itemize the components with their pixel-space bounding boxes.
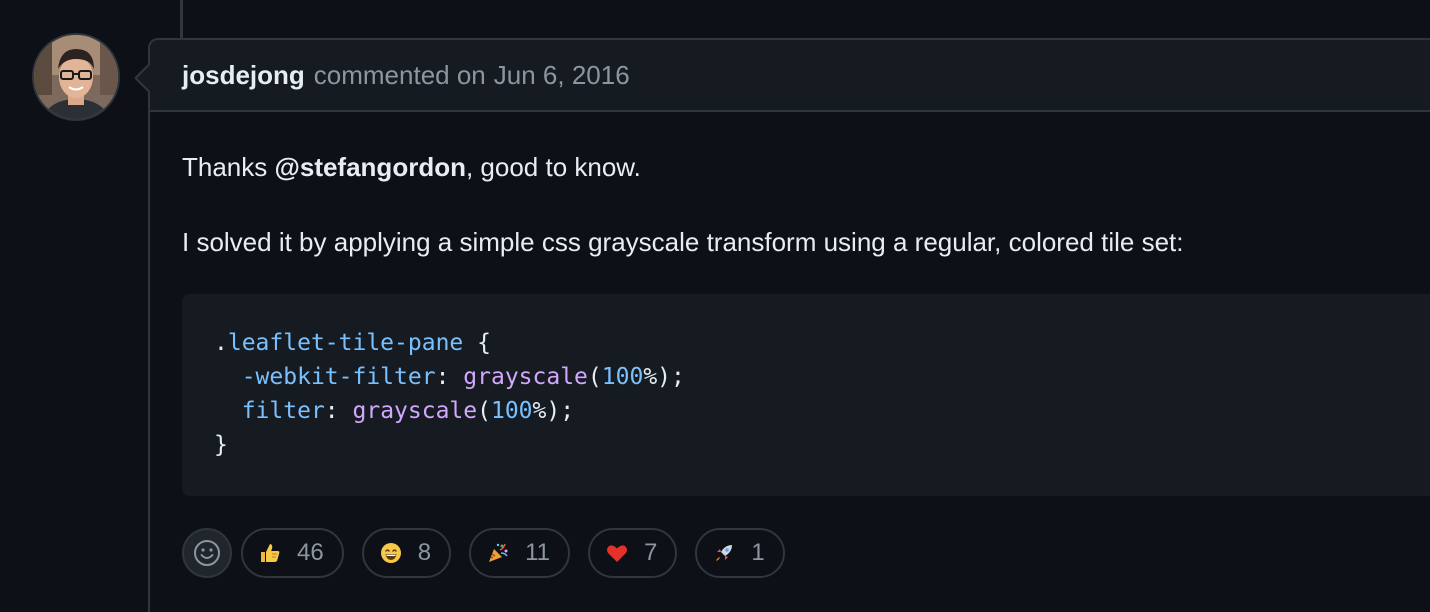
reaction-hooray[interactable]: 11 — [469, 528, 570, 578]
heart-icon — [604, 540, 630, 566]
code-token: grayscale — [352, 398, 478, 424]
reaction-rocket[interactable]: 1 — [695, 528, 785, 578]
add-reaction-button[interactable] — [182, 528, 232, 578]
code-token: ( — [477, 398, 491, 424]
code-token: filter — [241, 398, 325, 424]
code-line: .leaflet-tile-pane { — [214, 330, 491, 356]
avatar-image — [34, 35, 118, 119]
comment-paragraph: Thanks @stefangordon, good to know. — [182, 150, 641, 184]
code-token: grayscale — [463, 364, 588, 390]
rocket-icon — [711, 540, 737, 566]
hooray-icon — [485, 540, 511, 566]
reaction-laugh[interactable]: 8 — [361, 528, 452, 578]
code-token: } — [214, 432, 228, 458]
comment-action-text: commented on — [313, 59, 486, 90]
code-token: { — [463, 330, 491, 356]
reaction-count: 1 — [751, 539, 765, 566]
code-token: 100 — [601, 364, 644, 390]
reaction-count: 7 — [643, 539, 658, 566]
laugh-icon — [378, 540, 404, 566]
paragraph-text: Thanks — [182, 152, 275, 182]
code-token: -webkit-filter — [241, 364, 436, 390]
code-line: -webkit-filter: grayscale(100%); — [214, 364, 685, 390]
smiley-icon — [194, 540, 220, 566]
paragraph-text: , good to know. — [465, 152, 641, 182]
code-token: % — [532, 398, 547, 424]
reaction-count: 8 — [417, 539, 432, 566]
comment-header: josdejong commented on Jun 6, 2016 — [150, 40, 1430, 112]
comment-timestamp[interactable]: Jun 6, 2016 — [494, 60, 630, 91]
comment-card: josdejong commented on Jun 6, 2016 Thank… — [134, 38, 1430, 612]
comment-caret-fill — [137, 64, 151, 92]
code-token: : — [435, 364, 464, 390]
author-avatar[interactable] — [34, 35, 118, 119]
reactions-bar: 46 8 11 7 1 — [182, 528, 803, 578]
code-line: filter: grayscale(100%); — [214, 398, 574, 424]
code-token: ); — [546, 398, 575, 424]
code-token: ( — [587, 364, 602, 390]
author-link[interactable]: josdejong — [182, 60, 305, 91]
code-token: ); — [657, 364, 685, 390]
timeline-connector — [180, 0, 183, 38]
reaction-heart[interactable]: 7 — [587, 528, 678, 578]
thumbs-up-icon — [257, 540, 283, 566]
code-token: : — [324, 398, 353, 424]
code-line: } — [214, 432, 228, 458]
user-mention-link[interactable]: @stefangordon — [275, 152, 466, 182]
code-token: 100 — [490, 398, 533, 424]
comment-paragraph: I solved it by applying a simple css gra… — [182, 227, 1184, 257]
code-token: . — [214, 330, 228, 356]
code-block: .leaflet-tile-pane { -webkit-filter: gra… — [182, 294, 1430, 496]
reaction-thumbs-up[interactable]: 46 — [241, 528, 344, 578]
reaction-count: 11 — [525, 539, 550, 566]
reaction-count: 46 — [297, 539, 324, 566]
code-token: leaflet-tile-pane — [227, 330, 464, 356]
code-token: % — [643, 364, 658, 390]
